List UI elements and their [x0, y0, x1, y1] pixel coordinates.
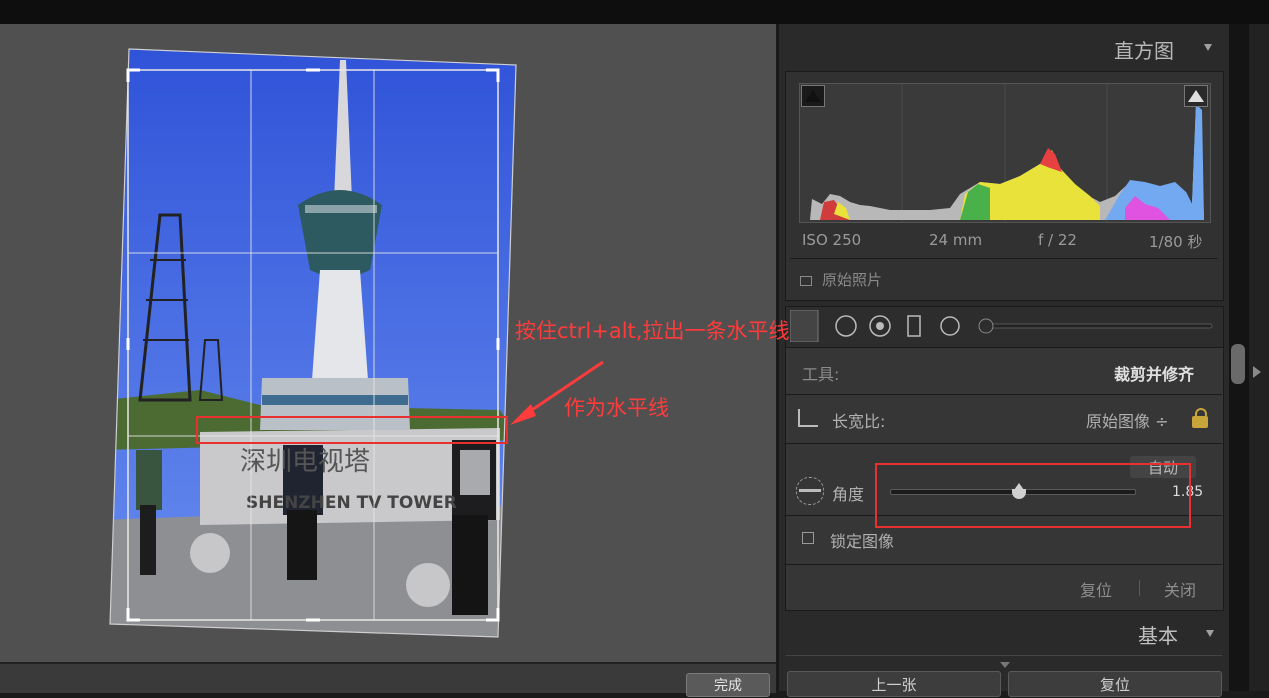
tool-strip-icons [790, 310, 1213, 342]
histogram-title[interactable]: 直方图 [1114, 35, 1174, 64]
expand-right-arrow-icon[interactable] [1253, 366, 1261, 378]
annotation-note: 作为水平线 [564, 396, 669, 420]
tool-separator-1 [786, 394, 1222, 395]
angle-label: 角度 [832, 485, 865, 504]
original-photo-icon [800, 275, 812, 286]
exif-focal-length: 24 mm [929, 231, 983, 249]
crop-close-button[interactable]: 关闭 [1164, 577, 1196, 601]
exif-shutter: 1/80 秒 [1149, 233, 1203, 251]
lock-image-label: 锁定图像 [830, 532, 895, 551]
level-straighten-icon[interactable] [796, 477, 824, 505]
annotation-horizon-box [196, 416, 508, 444]
tool-name: 裁剪并修齐 [1114, 365, 1195, 384]
aspect-ratio-label: 长宽比: [832, 412, 886, 431]
tool-separator-4 [786, 564, 1222, 565]
highlight-clipping-icon[interactable] [1184, 85, 1208, 107]
reset-button[interactable]: 复位 [1008, 671, 1222, 697]
original-photo-label: 原始照片 [822, 271, 883, 289]
histogram-graph [799, 83, 1211, 223]
histogram-collapse-icon[interactable] [1204, 44, 1212, 51]
basic-collapse-icon[interactable] [1206, 630, 1214, 637]
tool-separator-2 [786, 443, 1222, 444]
annotation-angle-box [875, 463, 1191, 528]
brush-slider[interactable] [981, 323, 1213, 329]
graduated-filter-icon[interactable] [907, 315, 921, 337]
aspect-ratio-select[interactable]: 原始图像 ÷ [1086, 408, 1169, 432]
original-photo-toggle[interactable]: 原始照片 [800, 269, 882, 290]
photo-image [110, 49, 516, 637]
basic-section-title[interactable]: 基本 [1138, 620, 1178, 649]
tool-label: 工具: [802, 365, 840, 384]
shadow-clipping-icon[interactable] [801, 85, 825, 107]
reset-close-divider [1139, 580, 1140, 596]
previous-button[interactable]: 上一张 [787, 671, 1001, 697]
done-button[interactable]: 完成 [686, 673, 770, 697]
basic-separator [786, 655, 1222, 656]
exif-iso: ISO 250 [802, 231, 862, 249]
lock-image-checkbox[interactable] [802, 532, 814, 544]
sign-chinese-text: 深圳电视塔 [240, 447, 370, 477]
exif-aperture: f / 22 [1038, 231, 1077, 249]
histogram-separator [790, 258, 1218, 259]
sign-english-text: SHENZHEN TV TOWER [246, 493, 457, 513]
crop-reset-button[interactable]: 复位 [1080, 577, 1112, 601]
annotation-instruction: 按住ctrl+alt,拉出一条水平线 [515, 319, 790, 343]
bottom-toolbar [0, 662, 776, 693]
crop-tool-icon[interactable] [790, 310, 819, 342]
radial-filter-icon[interactable] [940, 316, 960, 336]
right-edge-strip [1249, 24, 1269, 691]
scrollbar-thumb[interactable] [1231, 344, 1245, 384]
spot-removal-icon[interactable] [835, 315, 857, 337]
panel-end-marker-icon [1000, 662, 1010, 668]
aspect-ratio-icon[interactable] [798, 409, 818, 427]
lock-icon[interactable] [1192, 408, 1208, 428]
